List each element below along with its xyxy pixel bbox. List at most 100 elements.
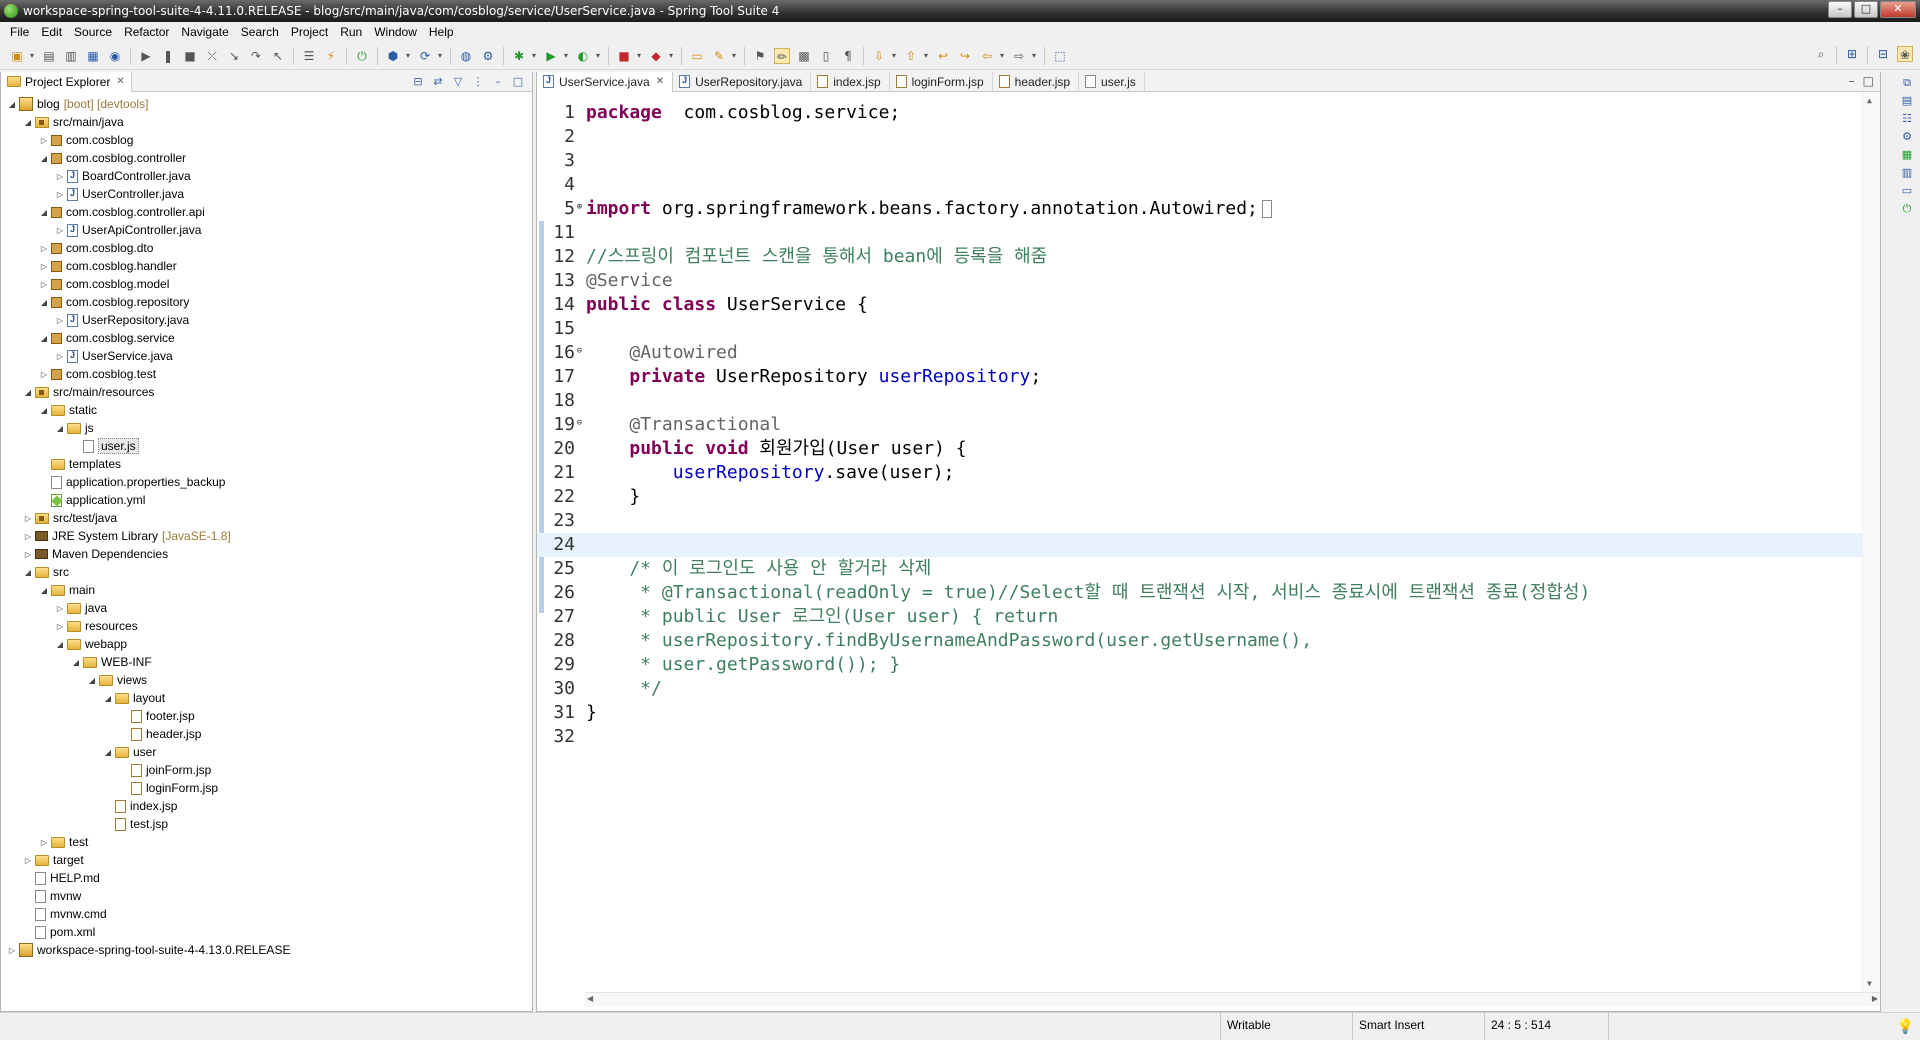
tree-item[interactable]: ◢ com.cosblog.repository: [1, 293, 532, 311]
tree-item[interactable]: templates: [1, 455, 532, 473]
forward-history-icon[interactable]: ↪: [957, 48, 973, 64]
expanded-twisty-icon[interactable]: ◢: [71, 658, 81, 667]
step-into-icon[interactable]: ↘: [226, 48, 242, 64]
tree-item[interactable]: ▷ target: [1, 851, 532, 869]
expanded-twisty-icon[interactable]: ◢: [23, 118, 33, 127]
menu-navigate[interactable]: Navigate: [175, 25, 234, 39]
tree-item[interactable]: index.jsp: [1, 797, 532, 815]
tree-item[interactable]: joinForm.jsp: [1, 761, 532, 779]
horizontal-scrollbar[interactable]: ◀ ▶: [585, 992, 1880, 1006]
tree-item[interactable]: application.properties_backup: [1, 473, 532, 491]
tree-item[interactable]: ▷ java: [1, 599, 532, 617]
collapsed-twisty-icon[interactable]: ▷: [23, 514, 33, 523]
task-list-icon[interactable]: ☷: [1900, 112, 1914, 126]
tree-item[interactable]: HELP.md: [1, 869, 532, 887]
new-dropdown-icon[interactable]: ▾: [28, 48, 36, 64]
tree-item[interactable]: ◢ com.cosblog.controller.api: [1, 203, 532, 221]
new-icon[interactable]: ▣: [9, 48, 25, 64]
link-with-editor-icon[interactable]: ⇄: [430, 74, 446, 90]
collapsed-twisty-icon[interactable]: ▷: [39, 136, 49, 145]
tree-item[interactable]: ▷ JRE System Library [JavaSE-1.8]: [1, 527, 532, 545]
tree-item[interactable]: ◢ blog [boot] [devtools]: [1, 95, 532, 113]
expanded-twisty-icon[interactable]: ◢: [103, 748, 113, 757]
editor-tab[interactable]: UserService.java ✕: [537, 71, 674, 92]
debug-as-dropdown-icon[interactable]: ▾: [530, 48, 538, 64]
back-dropdown-icon[interactable]: ▾: [998, 48, 1006, 64]
tree-item[interactable]: ◢ src/main/resources: [1, 383, 532, 401]
spring-icon[interactable]: ⏻: [1900, 202, 1914, 216]
stop-dropdown-icon[interactable]: ▾: [635, 48, 643, 64]
tree-item[interactable]: ▷ UserService.java: [1, 347, 532, 365]
tree-item[interactable]: mvnw: [1, 887, 532, 905]
collapsed-twisty-icon[interactable]: ▷: [39, 838, 49, 847]
scroll-left-icon[interactable]: ◀: [587, 994, 593, 1003]
relaunch-dropdown-icon[interactable]: ▾: [436, 48, 444, 64]
editor-tab[interactable]: loginForm.jsp: [890, 71, 993, 92]
tree-item[interactable]: ◢ layout: [1, 689, 532, 707]
menu-edit[interactable]: Edit: [35, 25, 68, 39]
collapsed-twisty-icon[interactable]: ▷: [39, 262, 49, 271]
previous-annotation-dropdown-icon[interactable]: ▾: [922, 48, 930, 64]
tree-item[interactable]: ▷ com.cosblog.handler: [1, 257, 532, 275]
tree-item[interactable]: test.jsp: [1, 815, 532, 833]
collapsed-twisty-icon[interactable]: ▷: [39, 370, 49, 379]
tree-item[interactable]: footer.jsp: [1, 707, 532, 725]
restore-icon[interactable]: ⧉: [1900, 76, 1914, 90]
tree-item[interactable]: ▷ test: [1, 833, 532, 851]
collapsed-twisty-icon[interactable]: ▷: [39, 280, 49, 289]
open-browser-icon[interactable]: ◍: [458, 48, 474, 64]
expanded-twisty-icon[interactable]: ◢: [55, 424, 65, 433]
menu-search[interactable]: Search: [235, 25, 285, 39]
collapsed-twisty-icon[interactable]: ▷: [39, 244, 49, 253]
tree-item[interactable]: ▷ com.cosblog: [1, 131, 532, 149]
debug-as-icon[interactable]: ✱: [511, 48, 527, 64]
debug-icon[interactable]: ◉: [107, 48, 123, 64]
tree-item[interactable]: ▷ com.cosblog.dto: [1, 239, 532, 257]
tree-item[interactable]: ◢ com.cosblog.controller: [1, 149, 532, 167]
maximize-view-icon[interactable]: □: [510, 74, 526, 90]
wand-icon[interactable]: ✎: [711, 48, 727, 64]
back-icon[interactable]: ⇦: [979, 48, 995, 64]
disconnect-all-icon[interactable]: ◆: [648, 48, 664, 64]
expanded-twisty-icon[interactable]: ◢: [39, 406, 49, 415]
next-annotation-icon[interactable]: ⇩: [871, 48, 887, 64]
expanded-twisty-icon[interactable]: ◢: [55, 640, 65, 649]
expanded-twisty-icon[interactable]: ◢: [23, 568, 33, 577]
expanded-twisty-icon[interactable]: ◢: [87, 676, 97, 685]
resume-icon[interactable]: ▶: [138, 48, 154, 64]
collapsed-twisty-icon[interactable]: ▷: [55, 190, 65, 199]
tree-item[interactable]: ▷ src/test/java: [1, 509, 532, 527]
collapse-all-icon[interactable]: ⊟: [410, 74, 426, 90]
servers-icon[interactable]: ▥: [1900, 166, 1914, 180]
overview-ruler[interactable]: ▲ ▼: [1862, 92, 1880, 992]
spring-perspective-icon[interactable]: ❀: [1897, 46, 1913, 62]
console-icon[interactable]: ▭: [1900, 184, 1914, 198]
tree-item[interactable]: ▷ Maven Dependencies: [1, 545, 532, 563]
collapsed-twisty-icon[interactable]: ▷: [55, 352, 65, 361]
run-external-icon[interactable]: ◐: [575, 48, 591, 64]
run-icon[interactable]: ▶: [543, 48, 559, 64]
tree-item[interactable]: ◢ WEB-INF: [1, 653, 532, 671]
menu-file[interactable]: File: [4, 25, 35, 39]
next-annotation-dropdown-icon[interactable]: ▾: [890, 48, 898, 64]
tip-lightbulb-icon[interactable]: 💡: [1897, 1018, 1914, 1035]
save-all-icon[interactable]: ▥: [63, 48, 79, 64]
collapse-fold-icon[interactable]: ⊖: [575, 413, 584, 433]
tree-item[interactable]: header.jsp: [1, 725, 532, 743]
editor-tab[interactable]: UserRepository.java: [673, 71, 812, 92]
expanded-twisty-icon[interactable]: ◢: [39, 208, 49, 217]
run-dropdown-icon[interactable]: ▾: [562, 48, 570, 64]
tree-item[interactable]: ▷ UserApiController.java: [1, 221, 532, 239]
toggle-block-selection-icon[interactable]: ▩: [796, 48, 812, 64]
expanded-twisty-icon[interactable]: ◢: [23, 388, 33, 397]
tree-item[interactable]: ◢ com.cosblog.service: [1, 329, 532, 347]
forward-icon[interactable]: ⇨: [1011, 48, 1027, 64]
open-perspective-icon[interactable]: ⊞: [1844, 46, 1860, 62]
expand-fold-icon[interactable]: ⊕: [575, 197, 584, 217]
collapsed-twisty-icon[interactable]: ▷: [23, 856, 33, 865]
expanded-twisty-icon[interactable]: ◢: [103, 694, 113, 703]
minimize-editor-icon[interactable]: –: [1849, 74, 1855, 88]
tree-item[interactable]: ▷ com.cosblog.model: [1, 275, 532, 293]
tree-item[interactable]: pom.xml: [1, 923, 532, 941]
tree-item[interactable]: mvnw.cmd: [1, 905, 532, 923]
